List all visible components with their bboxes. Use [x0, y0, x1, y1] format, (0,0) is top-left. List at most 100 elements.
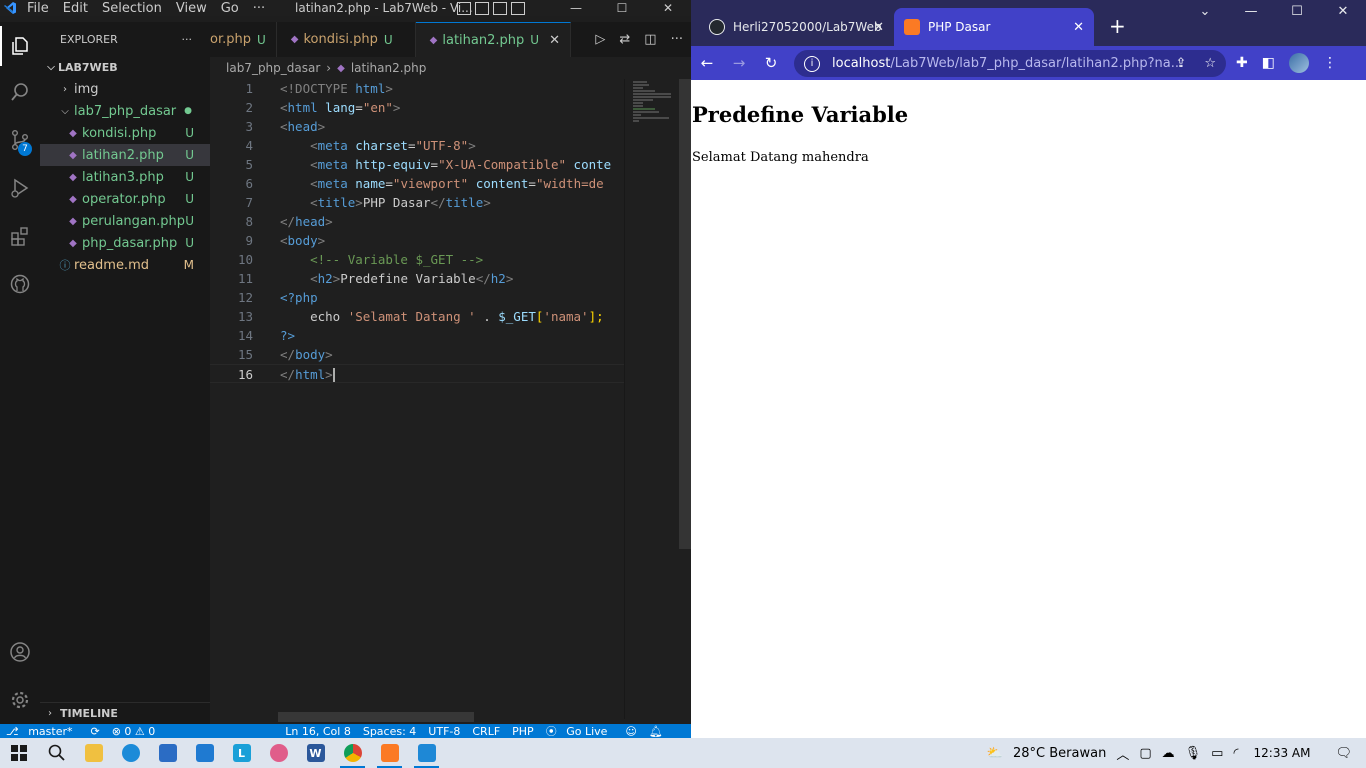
file-row-latihan3[interactable]: ◆ latihan3.php U — [40, 166, 210, 188]
chrome-menu-icon[interactable]: ⋮ — [1323, 55, 1337, 71]
wifi-icon[interactable]: ◜ — [1228, 746, 1243, 761]
file-row-readme[interactable]: ⓘ readme.md M — [40, 254, 210, 276]
minimize-icon[interactable]: — — [1228, 4, 1274, 19]
tab-kondisi[interactable]: ◆ kondisi.php U — [277, 22, 416, 57]
reload-icon[interactable]: ↻ — [755, 54, 787, 72]
menu-edit[interactable]: Edit — [56, 1, 95, 16]
tab-close-icon[interactable]: ✕ — [873, 20, 884, 35]
search-icon[interactable] — [0, 72, 40, 112]
eol-status[interactable]: CRLF — [466, 725, 506, 738]
tab-close-icon[interactable]: ✕ — [1073, 20, 1084, 35]
breadcrumb-file[interactable]: latihan2.php — [351, 61, 427, 75]
tab-close-icon[interactable]: ✕ — [549, 33, 560, 48]
folder-lab7-row[interactable]: ⌵ lab7_php_dasar ● — [40, 100, 210, 122]
minimap[interactable] — [624, 79, 679, 719]
close-icon[interactable]: ✕ — [645, 1, 691, 15]
vertical-scrollbar[interactable] — [679, 79, 691, 549]
xampp-icon[interactable] — [371, 738, 408, 768]
horizontal-scrollbar[interactable] — [278, 712, 474, 722]
battery-icon[interactable]: ▭ — [1206, 746, 1228, 761]
tab-operator[interactable]: or.php U — [210, 22, 277, 57]
file-row-latihan2[interactable]: ◆ latihan2.php U — [40, 144, 210, 166]
extensions-puzzle-icon[interactable]: ✚ — [1236, 55, 1248, 71]
notification-center-icon[interactable]: 🗨︎ — [1315, 746, 1366, 761]
account-icon[interactable] — [0, 632, 40, 672]
snipping-tool-icon[interactable] — [260, 738, 297, 768]
profile-avatar[interactable] — [1288, 53, 1309, 73]
run-debug-icon[interactable] — [0, 168, 40, 208]
weather-icon[interactable]: ⛅ — [982, 746, 1008, 761]
open-changes-icon[interactable]: ⇄ — [619, 32, 630, 47]
encoding-status[interactable]: UTF-8 — [422, 725, 466, 738]
close-icon[interactable]: ✕ — [1320, 4, 1366, 19]
browser-tab-github[interactable]: Herli27052000/Lab7Web: I ✕ — [699, 8, 894, 46]
github-icon[interactable] — [0, 264, 40, 304]
back-arrow-icon[interactable]: ← — [691, 54, 723, 72]
tab-search-icon[interactable]: ⌄ — [1182, 4, 1228, 19]
clock-time[interactable]: 12:33 AM — [1244, 746, 1316, 760]
chrome-icon[interactable] — [334, 738, 371, 768]
menu-go[interactable]: Go — [214, 1, 246, 16]
mail-icon[interactable] — [186, 738, 223, 768]
maximize-icon[interactable]: ☐ — [599, 1, 645, 15]
settings-gear-icon[interactable] — [0, 680, 40, 720]
app-l-icon[interactable]: L — [223, 738, 260, 768]
file-row-kondisi[interactable]: ◆ kondisi.php U — [40, 122, 210, 144]
explorer-more-button[interactable]: ··· — [182, 33, 193, 46]
run-file-icon[interactable]: ▷ — [595, 32, 605, 47]
site-info-icon[interactable]: i — [804, 55, 820, 72]
branch-status[interactable]: ⎇ master* — [0, 725, 84, 738]
split-editor-icon[interactable]: ◫ — [644, 32, 656, 47]
root-folder-row[interactable]: ⌵ LAB7WEB — [40, 56, 210, 78]
menu-more[interactable]: ··· — [246, 1, 272, 16]
code-editor[interactable]: 1 <!DOCTYPE html> 2 <html lang="en"> 3 <hea… — [210, 79, 691, 719]
file-row-php-dasar[interactable]: ◆ php_dasar.php U — [40, 232, 210, 254]
breadcrumb-folder[interactable]: lab7_php_dasar — [226, 61, 320, 75]
file-row-operator[interactable]: ◆ operator.php U — [40, 188, 210, 210]
microphone-icon[interactable]: 🎙︎ — [1180, 746, 1207, 761]
maximize-icon[interactable]: ☐ — [1274, 4, 1320, 19]
vscode-taskbar-icon[interactable] — [408, 738, 445, 768]
edge-browser-icon[interactable] — [112, 738, 149, 768]
sync-icon[interactable]: ⟳ — [84, 725, 105, 738]
timeline-section[interactable]: › TIMELINE — [40, 702, 210, 724]
side-panel-icon[interactable]: ◧ — [1262, 55, 1275, 71]
onedrive-cloud-icon[interactable]: ☁ — [1157, 746, 1180, 761]
problems-status[interactable]: ⊗ 0 ⚠ 0 — [106, 725, 162, 738]
language-status[interactable]: PHP — [506, 725, 540, 738]
menu-file[interactable]: File — [20, 1, 56, 16]
explorer-icon[interactable] — [0, 26, 40, 66]
share-icon[interactable]: ⇪ — [1175, 56, 1186, 71]
toggle-sidebar-icon[interactable] — [457, 1, 471, 15]
new-tab-button[interactable]: + — [1109, 14, 1126, 38]
weather-text[interactable]: 28°C Berawan — [1008, 746, 1111, 761]
browser-tab-php-dasar[interactable]: PHP Dasar ✕ — [894, 8, 1094, 46]
word-icon[interactable]: W — [297, 738, 334, 768]
address-bar[interactable]: i localhost/Lab7Web/lab7_php_dasar/latih… — [794, 50, 1226, 77]
tray-chevron-up-icon[interactable]: ︿ — [1111, 744, 1134, 763]
menu-selection[interactable]: Selection — [95, 1, 169, 16]
source-control-icon[interactable]: 7 — [0, 120, 40, 160]
feedback-icon[interactable]: ☺ — [619, 725, 642, 738]
toggle-secondary-sidebar-icon[interactable] — [493, 1, 507, 15]
bookmark-star-icon[interactable]: ☆ — [1204, 56, 1216, 71]
cursor-position[interactable]: Ln 16, Col 8 — [279, 725, 357, 738]
tab-latihan2[interactable]: ◆ latihan2.php U ✕ — [415, 22, 571, 57]
go-live-button[interactable]: ⦿ Go Live — [540, 724, 620, 738]
toggle-panel-icon[interactable] — [475, 1, 489, 15]
notifications-icon[interactable]: 🔔︎ — [643, 725, 669, 738]
extensions-icon[interactable] — [0, 216, 40, 256]
meet-now-icon[interactable]: ▢ — [1134, 746, 1156, 761]
microsoft-store-icon[interactable] — [149, 738, 186, 768]
file-explorer-icon[interactable] — [75, 738, 112, 768]
more-actions-icon[interactable]: ··· — [671, 32, 683, 47]
taskbar-search-icon[interactable] — [38, 738, 75, 768]
menu-view[interactable]: View — [169, 1, 214, 16]
folder-img-row[interactable]: › img — [40, 78, 210, 100]
file-row-perulangan[interactable]: ◆ perulangan.php U — [40, 210, 210, 232]
indentation-status[interactable]: Spaces: 4 — [357, 725, 422, 738]
forward-arrow-icon[interactable]: → — [723, 54, 755, 72]
customize-layout-icon[interactable] — [511, 1, 525, 15]
minimize-icon[interactable]: — — [553, 1, 599, 15]
start-windows-icon[interactable] — [0, 738, 38, 768]
